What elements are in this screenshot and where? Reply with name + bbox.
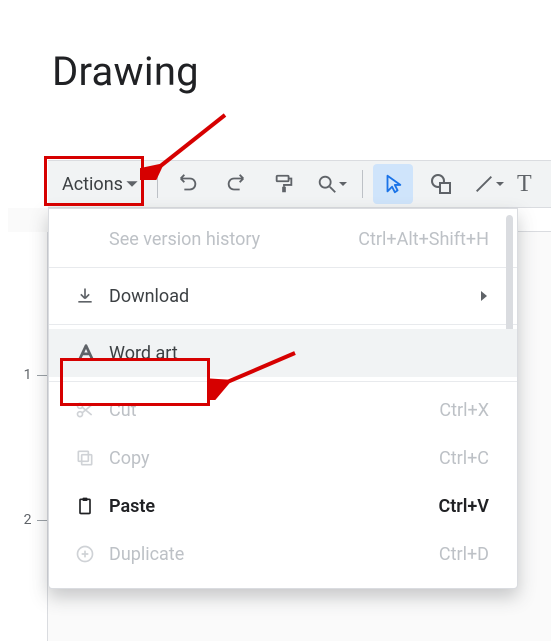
zoom-button[interactable] xyxy=(312,164,352,204)
menu-item-version-history: See version history Ctrl+Alt+Shift+H xyxy=(49,215,517,263)
toolbar: Actions T xyxy=(48,160,551,208)
menu-label: Duplicate xyxy=(109,544,439,565)
menu-shortcut: Ctrl+D xyxy=(439,544,489,565)
dropdown-caret-icon xyxy=(125,177,139,191)
menu-item-download[interactable]: Download xyxy=(49,272,517,320)
menu-shortcut: Ctrl+Alt+Shift+H xyxy=(358,229,489,250)
menu-shortcut: Ctrl+V xyxy=(438,496,489,517)
menu-divider xyxy=(49,267,517,268)
dropdown-caret-icon xyxy=(495,179,505,189)
line-icon xyxy=(473,173,495,195)
paint-roller-icon xyxy=(273,173,295,195)
download-icon xyxy=(75,286,109,306)
redo-button[interactable] xyxy=(216,164,256,204)
menu-item-duplicate: Duplicate Ctrl+D xyxy=(49,530,517,578)
ruler-label: 1 xyxy=(24,367,32,383)
menu-item-copy: Copy Ctrl+C xyxy=(49,434,517,482)
menu-shortcut: Ctrl+C xyxy=(439,448,489,469)
menu-item-cut: Cut Ctrl+X xyxy=(49,386,517,434)
menu-item-word-art[interactable]: Word art xyxy=(49,329,517,377)
menu-label: Word art xyxy=(109,343,489,364)
duplicate-icon xyxy=(75,544,109,564)
menu-label: Cut xyxy=(109,400,439,421)
actions-button[interactable]: Actions xyxy=(48,161,151,207)
actions-dropdown-menu: See version history Ctrl+Alt+Shift+H Dow… xyxy=(48,208,518,589)
ruler-vertical: 1 2 xyxy=(8,232,48,641)
undo-button[interactable] xyxy=(168,164,208,204)
menu-label: Copy xyxy=(109,448,439,469)
text-tool-button[interactable]: T xyxy=(517,164,537,204)
dropdown-caret-icon xyxy=(338,179,348,189)
toolbar-separator xyxy=(157,170,158,198)
undo-icon xyxy=(177,173,199,195)
text-icon: T xyxy=(517,171,532,198)
menu-label: See version history xyxy=(109,229,358,250)
copy-icon xyxy=(75,448,109,468)
menu-divider xyxy=(49,381,517,382)
actions-label: Actions xyxy=(62,174,123,195)
select-tool-button[interactable] xyxy=(373,164,413,204)
word-art-icon xyxy=(75,342,109,364)
redo-icon xyxy=(225,173,247,195)
line-tool-button[interactable] xyxy=(469,164,509,204)
scissors-icon xyxy=(75,400,109,420)
menu-item-paste[interactable]: Paste Ctrl+V xyxy=(49,482,517,530)
paint-format-button[interactable] xyxy=(264,164,304,204)
clipboard-icon xyxy=(75,495,109,517)
ruler-label: 2 xyxy=(24,512,32,528)
menu-shortcut: Ctrl+X xyxy=(439,400,489,421)
shape-icon xyxy=(429,172,453,196)
toolbar-separator xyxy=(362,170,363,198)
zoom-icon xyxy=(316,173,338,195)
shape-tool-button[interactable] xyxy=(421,164,461,204)
cursor-icon xyxy=(382,173,404,195)
menu-divider xyxy=(49,324,517,325)
submenu-arrow-icon xyxy=(479,290,489,302)
menu-label: Paste xyxy=(109,496,438,517)
dialog-title: Drawing xyxy=(52,48,199,95)
menu-label: Download xyxy=(109,286,479,307)
